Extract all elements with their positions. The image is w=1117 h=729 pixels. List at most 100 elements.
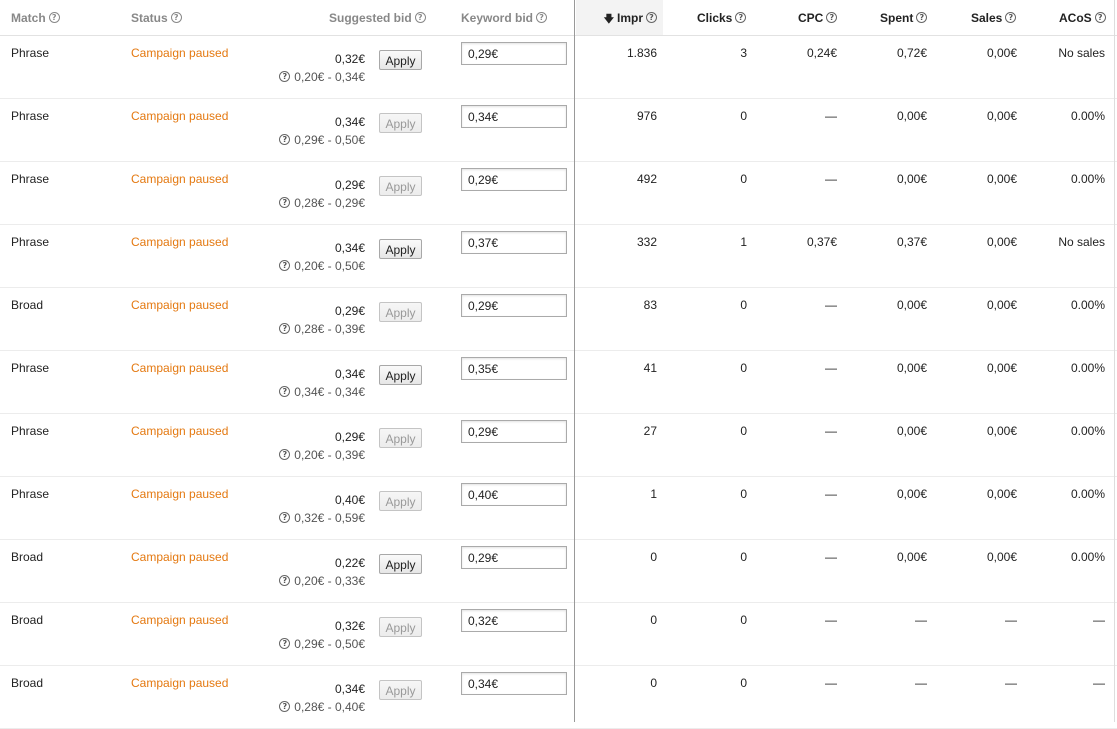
apply-button[interactable]: Apply [379,680,422,700]
table-row: Phrase Campaign paused 0,34€ ? 0,34€ - 0,… [0,351,1117,414]
impressions-value: 1 [650,487,657,501]
keyword-bid-input[interactable] [461,609,567,632]
spent-value: — [915,613,927,627]
help-icon[interactable]: ? [735,12,747,24]
clicks-value: 0 [740,487,747,501]
impressions-value: 332 [636,235,657,249]
status-badge[interactable]: Campaign paused [131,487,228,501]
spent-value: 0,00€ [896,487,927,501]
apply-button[interactable]: Apply [379,554,422,574]
help-icon[interactable]: ? [279,71,291,83]
keyword-bid-input[interactable] [461,420,567,443]
help-icon[interactable]: ? [279,386,291,398]
keyword-bid-input[interactable] [461,294,567,317]
keyword-bid-input[interactable] [461,546,567,569]
status-badge[interactable]: Campaign paused [131,676,228,690]
help-icon[interactable]: ? [1094,12,1106,24]
apply-button[interactable]: Apply [379,239,422,259]
keyword-bid-input[interactable] [461,168,567,191]
status-badge[interactable]: Campaign paused [131,361,228,375]
suggested-bid-value: 0,34€ [334,367,365,381]
acos-value: — [1093,676,1105,690]
header-keyword-bid[interactable]: Keyword bid? [461,0,548,35]
header-clicks[interactable]: Clicks? [697,0,747,35]
help-icon[interactable]: ? [279,260,291,272]
apply-button[interactable]: Apply [379,176,422,196]
help-icon[interactable]: ? [279,449,291,461]
status-badge[interactable]: Campaign paused [131,424,228,438]
header-sales[interactable]: Sales? [971,0,1017,35]
suggested-bid-range: ? 0,20€ - 0,33€ [279,574,365,588]
sales-value: 0,00€ [986,487,1017,501]
table-row: Phrase Campaign paused 0,34€ ? 0,20€ - 0,… [0,225,1117,288]
status-badge[interactable]: Campaign paused [131,298,228,312]
keyword-bid-input[interactable] [461,672,567,695]
impressions-value: 41 [643,361,657,375]
status-badge[interactable]: Campaign paused [131,613,228,627]
sales-value: 0,00€ [986,172,1017,186]
suggested-bid-range: ? 0,20€ - 0,39€ [279,448,365,462]
apply-button[interactable]: Apply [379,302,422,322]
keyword-bid-input[interactable] [461,42,567,65]
header-cpc[interactable]: CPC? [798,0,838,35]
suggested-bid-range: ? 0,34€ - 0,34€ [279,385,365,399]
help-icon[interactable]: ? [536,12,548,24]
help-icon[interactable]: ? [279,197,291,209]
impressions-value: 1.836 [626,46,657,60]
status-badge[interactable]: Campaign paused [131,172,228,186]
apply-button[interactable]: Apply [379,428,422,448]
help-icon[interactable]: ? [279,701,291,713]
header-spent[interactable]: Spent? [880,0,928,35]
sales-value: — [1005,676,1017,690]
acos-value: 0.00% [1070,361,1105,375]
header-suggested-bid[interactable]: Suggested bid? [329,0,426,35]
cpc-value: — [825,298,837,312]
keyword-bid-input[interactable] [461,483,567,506]
match-type: Broad [11,298,44,312]
match-type: Phrase [11,487,50,501]
help-icon[interactable]: ? [279,134,291,146]
help-icon[interactable]: ? [279,575,291,587]
help-icon[interactable]: ? [1005,12,1017,24]
status-badge[interactable]: Campaign paused [131,550,228,564]
help-icon[interactable]: ? [279,512,291,524]
help-icon[interactable]: ? [916,12,928,24]
help-icon[interactable]: ? [646,12,657,24]
help-icon[interactable]: ? [826,12,838,24]
status-badge[interactable]: Campaign paused [131,235,228,249]
suggested-bid-range-text: 0,20€ - 0,50€ [294,259,365,273]
match-type: Phrase [11,46,50,60]
status-badge[interactable]: Campaign paused [131,109,228,123]
apply-button[interactable]: Apply [379,365,422,385]
table-row: Phrase Campaign paused 0,40€ ? 0,32€ - 0,… [0,477,1117,540]
clicks-value: 0 [740,424,747,438]
impressions-value: 0 [650,676,657,690]
header-acos[interactable]: ACoS? [1059,0,1106,35]
help-icon[interactable]: ? [414,12,426,24]
suggested-bid-range: ? 0,28€ - 0,39€ [279,322,365,336]
status-badge[interactable]: Campaign paused [131,46,228,60]
apply-button[interactable]: Apply [379,617,422,637]
header-keyword-bid-label: Keyword bid [461,11,534,25]
cpc-value: — [825,613,837,627]
sales-value: 0,00€ [986,298,1017,312]
clicks-value: 0 [740,676,747,690]
header-impr[interactable]: 🡇 Impr? [576,0,663,35]
cpc-value: — [825,550,837,564]
apply-button[interactable]: Apply [379,113,422,133]
apply-button[interactable]: Apply [379,491,422,511]
acos-value: 0.00% [1070,109,1105,123]
help-icon[interactable]: ? [170,12,182,24]
apply-button[interactable]: Apply [379,50,422,70]
help-icon[interactable]: ? [279,638,291,650]
acos-value: 0.00% [1070,487,1105,501]
help-icon[interactable]: ? [48,12,60,24]
keyword-bid-input[interactable] [461,105,567,128]
column-divider [574,0,575,722]
keyword-bid-input[interactable] [461,357,567,380]
suggested-bid-range-text: 0,28€ - 0,40€ [294,700,365,714]
header-match[interactable]: Match? [11,0,60,35]
help-icon[interactable]: ? [279,323,291,335]
keyword-bid-input[interactable] [461,231,567,254]
header-status[interactable]: Status? [131,0,182,35]
